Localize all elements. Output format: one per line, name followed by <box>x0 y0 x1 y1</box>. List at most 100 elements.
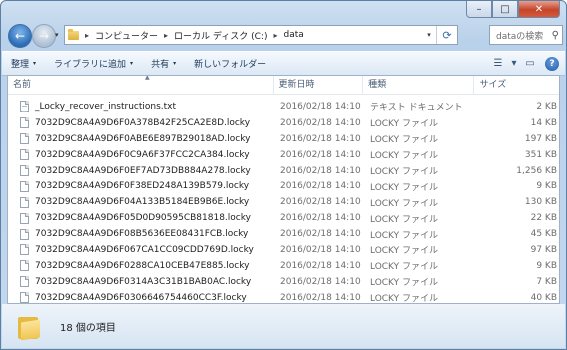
column-header-size[interactable]: サイズ <box>474 76 559 94</box>
file-name-cell: 7032D9C8A4A9D6F067CA1CC09CDD769D.locky <box>8 244 275 256</box>
file-size: 97 KB <box>530 244 557 255</box>
file-type: テキスト ドキュメント <box>370 103 463 114</box>
file-row[interactable]: 7032D9C8A4A9D6F0306646754460CC3F.locky 20… <box>8 290 559 304</box>
file-size: 130 KB <box>524 197 557 208</box>
file-icon <box>20 244 29 256</box>
file-row[interactable]: 7032D9C8A4A9D6F0314A3C31B1BAB0AC.locky 20… <box>8 274 559 290</box>
file-name: 7032D9C8A4A9D6F0C9A6F37FCC2CA384.locky <box>35 149 250 160</box>
file-date: 2016/02/18 14:10 <box>280 149 361 160</box>
file-date: 2016/02/18 14:10 <box>280 276 361 287</box>
file-rows: _Locky_recover_instructions.txt 2016/02/1… <box>8 95 559 304</box>
file-icon <box>20 133 29 145</box>
file-date: 2016/02/18 14:10 <box>280 213 361 224</box>
file-row[interactable]: 7032D9C8A4A9D6F0ABE6E897B29018AD.locky 20… <box>8 131 559 147</box>
file-icon <box>20 149 29 161</box>
file-row[interactable]: 7032D9C8A4A9D6F05D0D90595CB81818.locky 20… <box>8 210 559 226</box>
file-row[interactable]: 7032D9C8A4A9D6F0EF7AD73DB884A278.locky 20… <box>8 163 559 179</box>
file-size: 40 KB <box>530 292 557 303</box>
chevron-down-icon: ▾ <box>173 60 177 67</box>
share-button[interactable]: 共有 ▾ <box>142 57 185 70</box>
file-icon <box>20 180 29 192</box>
file-row[interactable]: 7032D9C8A4A9D6F04A133B5184EB9B6E.locky 20… <box>8 194 559 210</box>
file-name: 7032D9C8A4A9D6F05D0D90595CB81818.locky <box>35 213 251 224</box>
breadcrumb-computer[interactable]: コンピューター <box>95 29 158 42</box>
file-name: _Locky_recover_instructions.txt <box>35 101 177 112</box>
help-icon[interactable]: ? <box>545 56 559 71</box>
file-list: ▲ 名前 更新日時 種類 サイズ _Locky_recover_instruct… <box>7 75 560 304</box>
column-header-row: ▲ 名前 更新日時 種類 サイズ <box>8 76 559 95</box>
back-button[interactable]: ← <box>8 24 32 48</box>
file-type: LOCKY ファイル <box>370 167 439 177</box>
search-icon[interactable]: ⚲ <box>552 30 559 41</box>
file-name: 7032D9C8A4A9D6F0A378B42F25CA2E8D.locky <box>35 117 251 128</box>
breadcrumb-local-disk[interactable]: ローカル ディスク (C:) <box>174 29 267 42</box>
file-name-cell: 7032D9C8A4A9D6F05D0D90595CB81818.locky <box>8 212 275 224</box>
file-icon <box>20 212 29 224</box>
view-options-dropdown-icon[interactable]: ▾ <box>509 55 519 73</box>
file-name: 7032D9C8A4A9D6F067CA1CC09CDD769D.locky <box>35 244 254 255</box>
file-size: 45 KB <box>530 229 557 240</box>
file-date: 2016/02/18 14:10 <box>280 292 361 303</box>
file-name: 7032D9C8A4A9D6F0314A3C31B1BAB0AC.locky <box>35 276 252 287</box>
file-size: 14 KB <box>530 117 557 128</box>
file-type: LOCKY ファイル <box>370 262 439 273</box>
breadcrumb-data[interactable]: data <box>284 30 304 40</box>
forward-button[interactable]: → <box>32 24 56 48</box>
search-input[interactable]: dataの検索 ⚲ <box>489 25 563 45</box>
file-size: 1,256 KB <box>516 165 557 176</box>
file-icon <box>20 117 29 129</box>
search-placeholder: dataの検索 <box>496 31 544 42</box>
column-header-date[interactable]: 更新日時 <box>274 76 364 94</box>
new-folder-button[interactable]: 新しいフォルダー <box>185 57 275 70</box>
file-name: 7032D9C8A4A9D6F0288CA10CEB47E885.locky <box>35 260 250 271</box>
share-label: 共有 <box>151 60 170 70</box>
file-name-cell: 7032D9C8A4A9D6F0306646754460CC3F.locky <box>8 292 275 303</box>
file-type: LOCKY ファイル <box>370 294 439 304</box>
file-name: 7032D9C8A4A9D6F04A133B5184EB9B6E.locky <box>35 197 250 208</box>
file-name: 7032D9C8A4A9D6F0ABE6E897B29018AD.locky <box>35 133 251 144</box>
folder-icon <box>18 313 42 341</box>
column-header-type[interactable]: 種類 <box>363 76 475 94</box>
address-history-dropdown-icon[interactable]: ▾ <box>422 31 436 39</box>
navigation-bar: ← → ▾ ▸ コンピューター ▸ ローカル ディスク (C:) ▸ data … <box>7 23 563 49</box>
minimize-button[interactable]: – <box>466 1 492 18</box>
status-bar: 18 個の項目 <box>2 304 565 348</box>
file-type: LOCKY ファイル <box>370 214 439 225</box>
explorer-window: – □ ✕ ← → ▾ ▸ コンピューター ▸ ローカル ディスク (C:) ▸… <box>0 0 567 350</box>
file-date: 2016/02/18 14:10 <box>280 165 361 176</box>
file-row[interactable]: 7032D9C8A4A9D6F0C9A6F37FCC2CA384.locky 20… <box>8 147 559 163</box>
column-header-name[interactable]: 名前 <box>8 76 274 94</box>
breadcrumb-separator-icon[interactable]: ▸ <box>273 31 277 40</box>
file-row[interactable]: 7032D9C8A4A9D6F08B5636EE08431FCB.locky 20… <box>8 226 559 242</box>
breadcrumb-separator-icon[interactable]: ▸ <box>85 31 89 40</box>
file-row[interactable]: _Locky_recover_instructions.txt 2016/02/1… <box>8 99 559 115</box>
close-button[interactable]: ✕ <box>518 1 560 18</box>
file-icon <box>20 260 29 272</box>
file-icon <box>20 276 29 288</box>
file-icon <box>20 165 29 176</box>
file-row[interactable]: 7032D9C8A4A9D6F0A378B42F25CA2E8D.locky 20… <box>8 115 559 131</box>
refresh-icon[interactable]: ⟳ <box>436 26 457 44</box>
organize-button[interactable]: 整理 ▾ <box>2 57 45 70</box>
sort-up-icon: ▲ <box>145 75 150 81</box>
file-size: 9 KB <box>536 181 557 192</box>
maximize-button[interactable]: □ <box>492 1 518 18</box>
file-name-cell: 7032D9C8A4A9D6F0C9A6F37FCC2CA384.locky <box>8 149 275 161</box>
recent-pages-dropdown-icon[interactable]: ▾ <box>55 31 59 39</box>
file-name-cell: 7032D9C8A4A9D6F0ABE6E897B29018AD.locky <box>8 133 275 145</box>
include-in-library-button[interactable]: ライブラリに追加 ▾ <box>45 57 142 70</box>
file-type: LOCKY ファイル <box>370 182 439 193</box>
file-type: LOCKY ファイル <box>370 246 439 257</box>
change-view-icon[interactable]: ☰ <box>487 55 509 73</box>
file-name: 7032D9C8A4A9D6F0F38ED248A139B579.locky <box>35 181 250 192</box>
file-name: 7032D9C8A4A9D6F08B5636EE08431FCB.locky <box>35 229 249 240</box>
breadcrumb-separator-icon[interactable]: ▸ <box>164 31 168 40</box>
address-bar[interactable]: ▸ コンピューター ▸ ローカル ディスク (C:) ▸ data ▾ ⟳ <box>64 25 458 45</box>
file-row[interactable]: 7032D9C8A4A9D6F0288CA10CEB47E885.locky 20… <box>8 258 559 274</box>
file-date: 2016/02/18 14:10 <box>280 101 361 112</box>
file-row[interactable]: 7032D9C8A4A9D6F067CA1CC09CDD769D.locky 20… <box>8 242 559 258</box>
file-row[interactable]: 7032D9C8A4A9D6F0F38ED248A139B579.locky 20… <box>8 178 559 194</box>
file-name-cell: 7032D9C8A4A9D6F08B5636EE08431FCB.locky <box>8 228 275 240</box>
file-size: 22 KB <box>530 213 557 224</box>
preview-pane-icon[interactable]: ▭ <box>519 55 541 73</box>
